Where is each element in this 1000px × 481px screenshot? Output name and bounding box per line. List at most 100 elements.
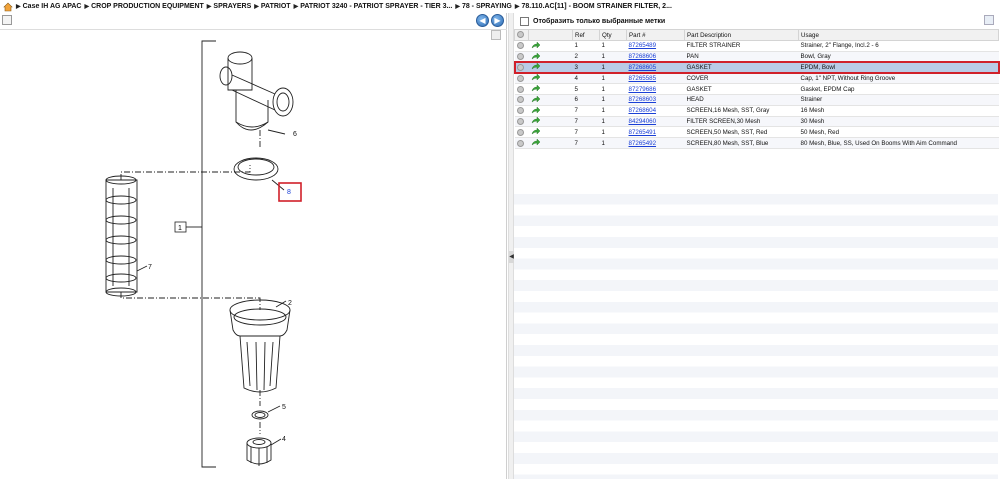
- row-expand-cell[interactable]: [514, 126, 529, 139]
- callout-4[interactable]: 4: [282, 436, 286, 443]
- add-to-cart-arrow-icon[interactable]: [531, 117, 540, 125]
- plus-icon[interactable]: [516, 42, 524, 50]
- row-expand-cell[interactable]: [514, 137, 529, 149]
- breadcrumb-item[interactable]: ▶ PATRIOT 3240 - PATRIOT SPRAYER - TIER 3…: [294, 3, 453, 10]
- part-number-link[interactable]: 87265585: [629, 75, 657, 82]
- row-ref: 3: [572, 62, 600, 74]
- part-number-link[interactable]: 84294060: [629, 118, 657, 125]
- row-expand-cell[interactable]: [514, 83, 529, 95]
- table-header: Ref Qty Part # Part Description Usage: [514, 29, 999, 41]
- row-qty: 1: [599, 62, 627, 74]
- row-qty: 1: [599, 51, 627, 63]
- add-to-cart-arrow-icon[interactable]: [531, 85, 540, 93]
- previous-page-button[interactable]: ◀: [476, 14, 489, 27]
- plus-icon[interactable]: [516, 96, 524, 104]
- callout-5[interactable]: 5: [282, 404, 286, 411]
- plus-icon[interactable]: [516, 117, 524, 125]
- plus-icon[interactable]: [516, 107, 524, 115]
- row-expand-cell[interactable]: [514, 40, 529, 52]
- add-to-cart-arrow-icon[interactable]: [531, 52, 540, 61]
- table-row[interactable]: 3 1 87268605 GASKET EPDM, Bowl: [513, 61, 1000, 74]
- row-action-cell[interactable]: [528, 51, 573, 63]
- breadcrumb-item[interactable]: ▶ Case IH AG APAC: [16, 3, 82, 10]
- row-expand-cell[interactable]: [514, 51, 529, 63]
- table-row[interactable]: 7 1 87265491 SCREEN,50 Mesh, SST, Red 50 Mes…: [514, 126, 999, 139]
- part-number-link[interactable]: 87268604: [629, 107, 657, 114]
- next-page-button[interactable]: ▶: [491, 14, 504, 27]
- row-usage: Strainer: [798, 94, 999, 106]
- part-number-link[interactable]: 87265491: [629, 129, 657, 136]
- row-expand-cell[interactable]: [514, 105, 529, 117]
- row-action-cell[interactable]: [528, 94, 573, 106]
- row-expand-cell[interactable]: [514, 116, 529, 128]
- header-ref[interactable]: Ref: [572, 29, 600, 41]
- row-action-cell[interactable]: [528, 62, 573, 74]
- add-to-cart-arrow-icon[interactable]: [531, 41, 540, 50]
- expand-icon[interactable]: [2, 15, 12, 25]
- part-number-link[interactable]: 87268606: [629, 53, 657, 60]
- add-to-cart-arrow-icon[interactable]: [531, 128, 540, 136]
- plus-icon[interactable]: [516, 85, 524, 93]
- plus-icon[interactable]: [516, 139, 524, 147]
- plus-icon[interactable]: [516, 74, 524, 82]
- table-row[interactable]: 2 1 87268606 PAN Bowl, Gray: [514, 51, 999, 63]
- drawing-panel: ◀ ▶ 6 8 7 2 5 4 1: [0, 13, 507, 479]
- row-description: COVER: [684, 72, 799, 85]
- callout-6[interactable]: 6: [293, 131, 297, 138]
- callout-8[interactable]: 8: [287, 189, 291, 196]
- plus-icon[interactable]: [516, 63, 524, 71]
- part-number-link[interactable]: 87268603: [629, 96, 657, 103]
- breadcrumb-item[interactable]: ▶ 78 - SPRAYING: [455, 3, 512, 10]
- header-usage[interactable]: Usage: [798, 29, 999, 41]
- row-description: HEAD: [684, 94, 799, 106]
- add-to-cart-arrow-icon[interactable]: [531, 74, 540, 82]
- table-row[interactable]: 7 1 87265492 SCREEN,80 Mesh, SST, Blue 80 Me…: [514, 137, 999, 149]
- header-qty[interactable]: Qty: [599, 29, 627, 41]
- table-row[interactable]: 6 1 87268603 HEAD Strainer: [514, 94, 999, 106]
- row-description: FILTER SCREEN,30 Mesh: [684, 116, 799, 128]
- grid-options-icon[interactable]: [984, 15, 994, 25]
- row-expand-cell[interactable]: [514, 62, 529, 74]
- row-ref: 6: [572, 94, 600, 106]
- row-action-cell[interactable]: [528, 40, 573, 52]
- callout-1[interactable]: 1: [178, 225, 182, 232]
- home-icon[interactable]: [3, 2, 13, 12]
- plus-icon[interactable]: [516, 53, 524, 61]
- row-usage: EPDM, Bowl: [798, 62, 999, 74]
- callout-7[interactable]: 7: [148, 264, 152, 271]
- header-part-number[interactable]: Part #: [626, 29, 685, 41]
- row-qty: 1: [599, 83, 627, 95]
- add-to-cart-arrow-icon[interactable]: [531, 106, 540, 115]
- show-selected-only-checkbox[interactable]: [520, 17, 529, 26]
- part-number-link[interactable]: 87265489: [629, 42, 657, 49]
- table-row[interactable]: 4 1 87265585 COVER Cap, 1" NPT, Without Ring…: [514, 72, 999, 85]
- row-expand-cell[interactable]: [514, 72, 529, 85]
- breadcrumb-item[interactable]: ▶ CROP PRODUCTION EQUIPMENT: [85, 3, 204, 10]
- table-row[interactable]: 7 1 84294060 FILTER SCREEN,30 Mesh 30 Mesh: [514, 116, 999, 128]
- row-action-cell[interactable]: [528, 137, 573, 149]
- table-row[interactable]: 5 1 87279686 GASKET Gasket, EPDM Cap: [514, 83, 999, 95]
- row-part-number-cell: 87268603: [626, 94, 685, 106]
- row-action-cell[interactable]: [528, 72, 573, 85]
- part-number-link[interactable]: 87265492: [629, 140, 657, 147]
- header-blank: [528, 29, 573, 41]
- table-row[interactable]: 1 1 87265489 FILTER STRAINER Strainer, 2" Fl…: [514, 40, 999, 52]
- header-part-description[interactable]: Part Description: [684, 29, 799, 41]
- part-number-link[interactable]: 87279686: [629, 86, 657, 93]
- row-action-cell[interactable]: [528, 126, 573, 139]
- table-row[interactable]: 7 1 87268604 SCREEN,16 Mesh, SST, Gray 16 Me…: [514, 105, 999, 117]
- expand-all-icon[interactable]: [517, 31, 524, 39]
- part-number-link[interactable]: 87268605: [629, 64, 657, 71]
- add-to-cart-arrow-icon[interactable]: [531, 95, 540, 104]
- row-qty: 1: [599, 116, 627, 128]
- breadcrumb-item[interactable]: ▶ PATRIOT: [254, 3, 290, 10]
- add-to-cart-arrow-icon[interactable]: [531, 139, 540, 147]
- breadcrumb-item[interactable]: ▶ SPRAYERS: [207, 3, 252, 10]
- row-action-cell[interactable]: [528, 116, 573, 128]
- row-action-cell[interactable]: [528, 83, 573, 95]
- row-expand-cell[interactable]: [514, 94, 529, 106]
- plus-icon[interactable]: [516, 128, 524, 136]
- add-to-cart-arrow-icon[interactable]: [531, 63, 540, 71]
- callout-2[interactable]: 2: [288, 300, 292, 307]
- row-action-cell[interactable]: [528, 105, 573, 117]
